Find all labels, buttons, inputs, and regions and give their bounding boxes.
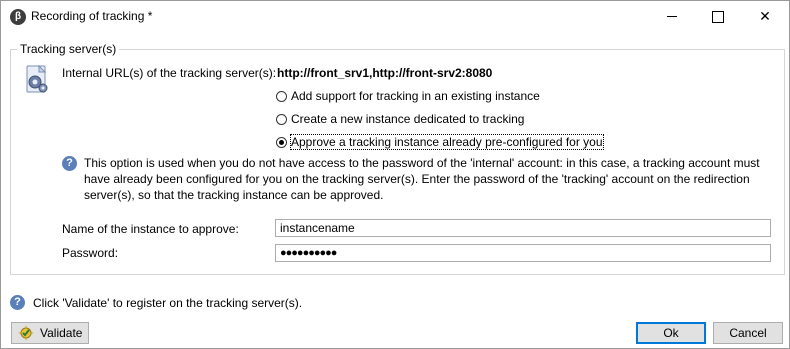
title-bar[interactable]: β Recording of tracking * ✕ <box>1 1 789 32</box>
help-icon: ? <box>62 156 77 171</box>
url-label: Internal URL(s) of the tracking server(s… <box>62 66 277 80</box>
minimize-icon <box>667 16 677 17</box>
url-value: http://front_srv1,http://front-srv2:8080 <box>277 66 493 80</box>
instance-name-input[interactable]: instancename <box>275 219 771 237</box>
radio-button-selected[interactable] <box>276 136 287 148</box>
ok-label: Ok <box>663 326 679 340</box>
status-text: Click 'Validate' to register on the trac… <box>33 296 303 310</box>
ok-button[interactable]: Ok <box>636 322 706 344</box>
option-label: Add support for tracking in an existing … <box>291 89 540 103</box>
tracking-servers-group: Tracking server(s) Internal URL(s) of th… <box>10 42 785 275</box>
radio-button[interactable] <box>276 113 287 125</box>
status-help-icon: ? <box>10 295 25 310</box>
validate-label: Validate <box>40 326 83 340</box>
maximize-icon <box>712 10 724 23</box>
dialog-window: β Recording of tracking * ✕ Tracking ser… <box>0 0 790 349</box>
group-legend: Tracking server(s) <box>17 42 120 56</box>
password-label: Password: <box>62 246 119 260</box>
instance-name-label: Name of the instance to approve: <box>62 222 239 236</box>
validate-icon <box>18 325 34 341</box>
info-text: This option is used when you do not have… <box>84 156 760 202</box>
option-label: Approve a tracking instance already pre-… <box>290 134 604 150</box>
option-label: Create a new instance dedicated to track… <box>291 112 525 126</box>
minimize-button[interactable] <box>649 1 695 32</box>
radio-button[interactable] <box>276 90 287 102</box>
option-add-support[interactable]: Add support for tracking in an existing … <box>276 89 540 103</box>
window-title: Recording of tracking * <box>31 9 153 23</box>
option-approve-instance[interactable]: Approve a tracking instance already pre-… <box>276 134 604 150</box>
validate-button[interactable]: Validate <box>11 322 89 344</box>
cancel-label: Cancel <box>729 326 767 340</box>
cancel-button[interactable]: Cancel <box>713 322 783 344</box>
password-input[interactable]: ●●●●●●●●●● <box>275 244 771 262</box>
app-icon: β <box>10 9 26 25</box>
close-icon: ✕ <box>759 8 771 24</box>
server-gear-icon <box>26 65 48 93</box>
option-create-instance[interactable]: Create a new instance dedicated to track… <box>276 112 524 126</box>
close-button[interactable]: ✕ <box>742 1 788 32</box>
maximize-button[interactable] <box>695 1 741 32</box>
